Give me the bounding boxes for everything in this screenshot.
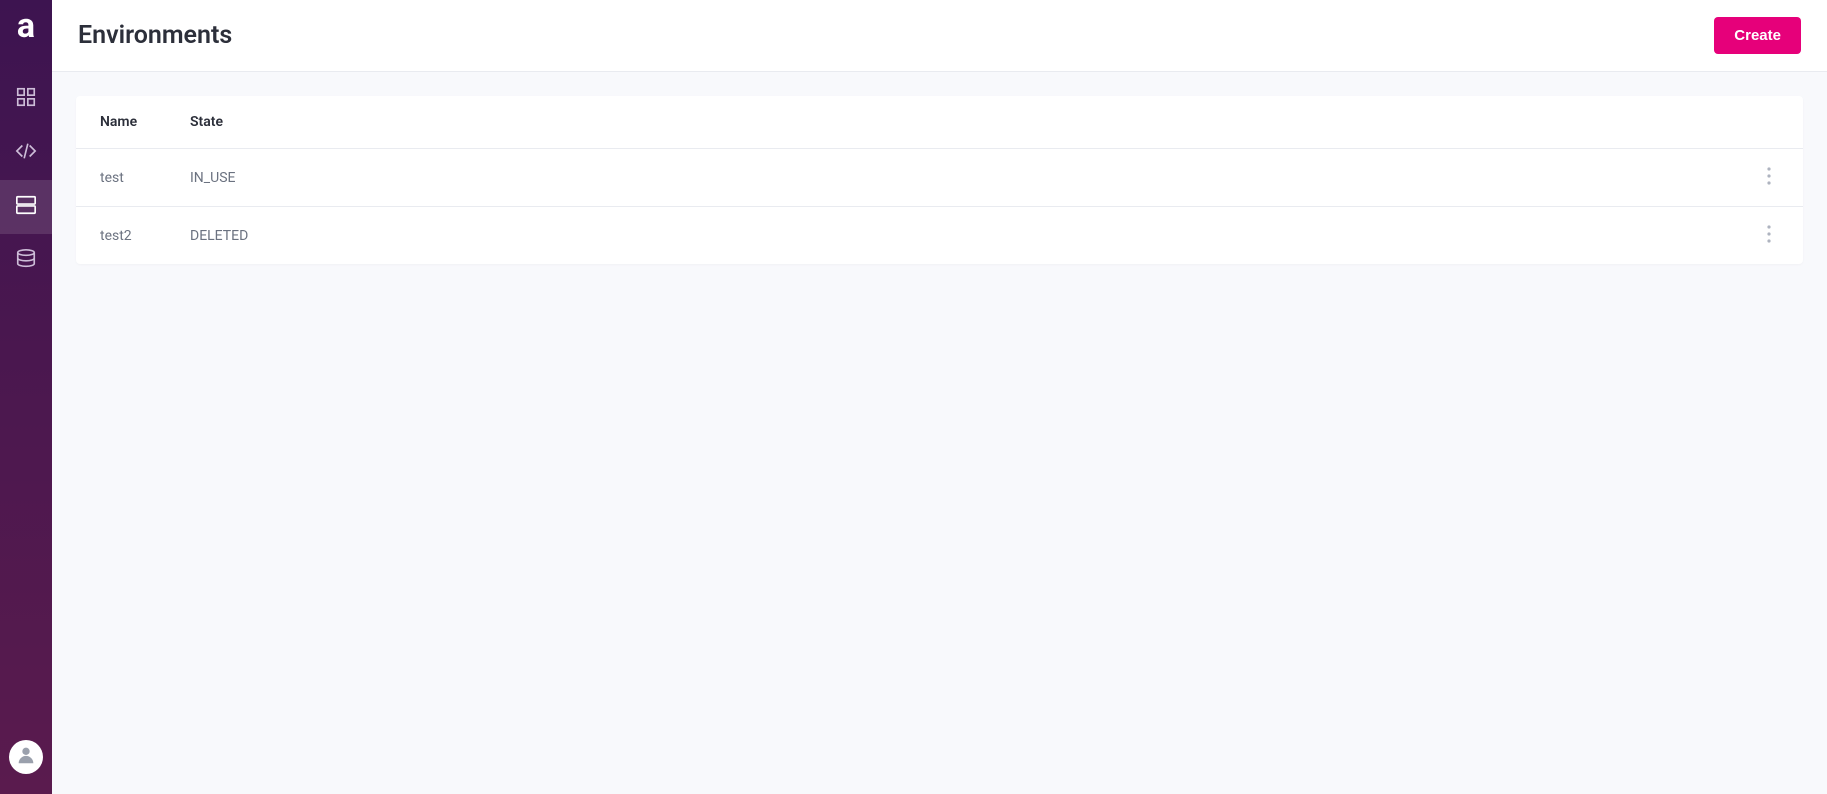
sidebar: a [0,0,52,794]
col-header-state: State [166,96,1735,149]
server-icon [15,194,37,220]
content-area: Name State test IN_USE [52,72,1827,288]
sidebar-item-dashboard[interactable] [0,72,52,126]
cell-state: IN_USE [166,149,1735,207]
page-header: Environments Create [52,0,1827,72]
app-logo[interactable]: a [0,0,52,52]
environments-table: Name State test IN_USE [76,96,1803,264]
more-vertical-icon [1767,231,1771,246]
page-title: Environments [78,21,1714,50]
row-actions-button[interactable] [1759,221,1779,250]
dashboard-icon [15,86,37,112]
environments-card: Name State test IN_USE [76,96,1803,264]
sidebar-item-code[interactable] [0,126,52,180]
sidebar-item-environments[interactable] [0,180,52,234]
app-logo-letter: a [17,6,35,46]
more-vertical-icon [1767,173,1771,188]
table-row[interactable]: test IN_USE [76,149,1803,207]
cell-state: DELETED [166,207,1735,265]
cell-name: test [76,149,166,207]
row-actions-button[interactable] [1759,163,1779,192]
sidebar-footer [9,740,43,774]
user-avatar[interactable] [9,740,43,774]
sidebar-nav [0,72,52,288]
database-icon [15,248,37,274]
sidebar-item-data[interactable] [0,234,52,288]
create-button[interactable]: Create [1714,17,1801,54]
col-header-name: Name [76,96,166,149]
user-icon [15,744,37,770]
code-icon [15,140,37,166]
table-row[interactable]: test2 DELETED [76,207,1803,265]
col-header-actions [1735,96,1803,149]
cell-name: test2 [76,207,166,265]
main: Environments Create Name State test IN_U… [52,0,1827,794]
